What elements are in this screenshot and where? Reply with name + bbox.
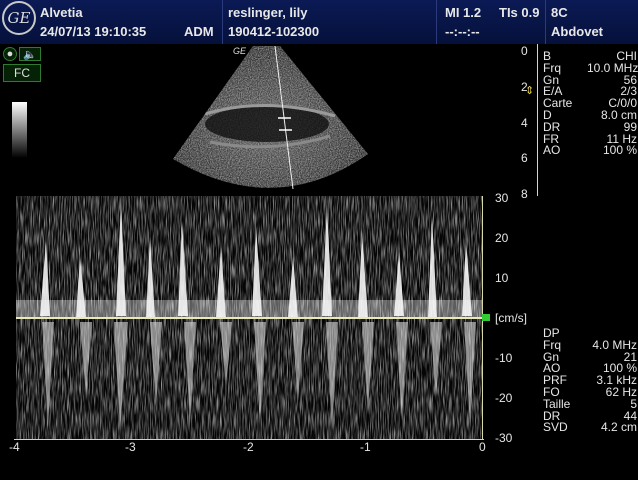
operator: ADM [184,24,214,39]
time-tick: -4 [9,440,20,454]
time-tick: -2 [243,440,254,454]
param-row: AO 100 % [543,143,637,158]
ge-logo-icon: GE [2,1,36,35]
time-tick: -3 [125,440,136,454]
depth-scale-line [537,44,538,196]
velocity-unit: [cm/s] [495,311,527,325]
patient-name: reslinger, lily [228,5,308,20]
facility-name: Alvetia [40,5,83,20]
velocity-tick: -30 [495,431,513,445]
depth-tick: 6 [521,151,528,165]
depth-tick: 8 [521,187,528,201]
date-time: 24/07/13 19:10:35 [40,24,147,39]
fc-button[interactable]: FC [3,64,41,82]
mi-index: MI 1.2 [445,5,482,20]
velocity-tick: 30 [495,191,509,205]
header-bar: GE Alvetia 24/07/13 19:10:35 ADM resling… [0,0,638,44]
time-tick: 0 [479,440,486,454]
depth-tick: 0 [521,44,528,58]
bmode-sector-image: GE [173,45,368,190]
time-tick: -1 [360,440,371,454]
doppler-spectrum [16,196,482,440]
velocity-tick: 10 [495,271,509,285]
param-row: SVD 4.2 cm [543,420,637,435]
grayscale-bar [12,102,27,158]
depth-tick: 4 [521,116,528,130]
patient-id: 190412-102300 [228,24,320,39]
speaker-icon[interactable]: 🔈 [19,47,41,61]
bmode-label: GE [233,46,247,56]
tis-index: TIs 0.9 [499,5,540,20]
velocity-tick: 20 [495,231,509,245]
record-icon[interactable]: ● [3,47,17,61]
preset-name: Abdovet [551,24,603,39]
probe-name: 8C [551,5,568,20]
baseline-marker[interactable] [482,314,490,321]
velocity-tick: -10 [495,351,513,365]
bmode-params: B CHI Frq 10.0 MHz Gn 56 E/A 2/3 Carte C/0/0 … [543,50,638,158]
velocity-tick: -20 [495,391,513,405]
timer: --:--:-- [445,24,480,39]
focus-marker-icon: ⇕ [525,85,535,97]
doppler-params: DP Frq 4.0 MHz Gn 21 AO 100 % PRF 3.1 kHz FO… [543,327,637,435]
